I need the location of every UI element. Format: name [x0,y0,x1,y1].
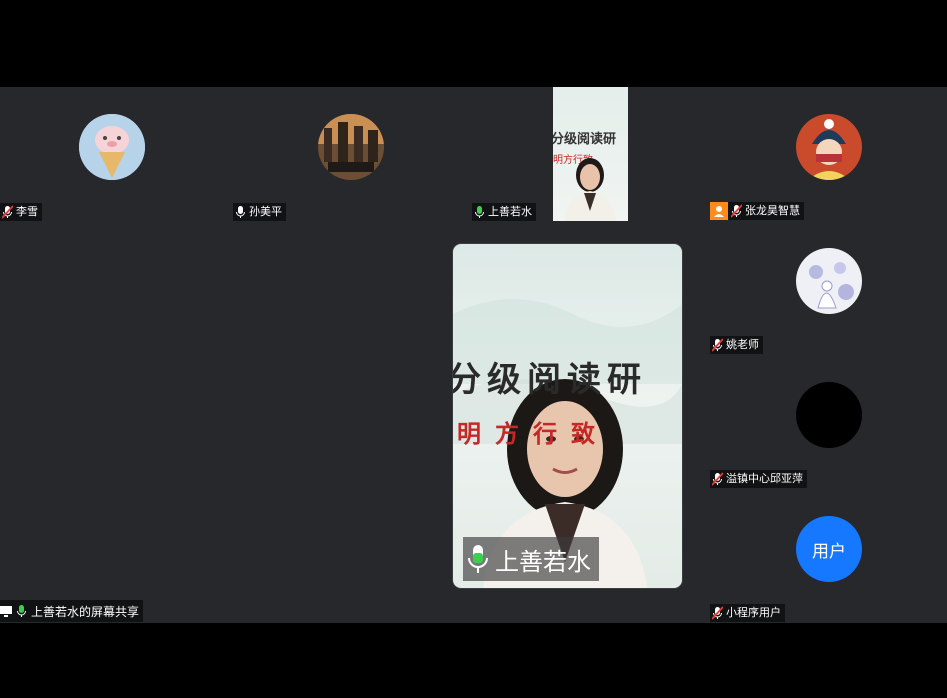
avatar [79,114,145,180]
mic-speaking-icon [475,206,484,218]
speaker-video[interactable]: 分级阅读研 明方行致 上善若水 [453,244,682,588]
mic-muted-icon [712,606,723,620]
mic-muted-icon [731,204,742,218]
avatar [796,382,862,448]
participant-tile-shangshanruoshui[interactable]: 分级阅读研 明方行致 上善若水 [472,87,708,221]
avatar [318,114,384,180]
screen-share-label: 上善若水的屏幕共享 [0,600,144,622]
participant-name: 小程序用户 [726,606,781,619]
avatar-text: 用户 [812,541,846,562]
participant-nametag: 姚老师 [710,336,763,354]
participant-nametag: 孙美平 [233,203,286,221]
screen-share-icon [0,606,12,617]
mic-muted-icon [712,472,723,486]
participant-name: 李雪 [16,205,38,218]
avatar [796,248,862,314]
participant-nametag: 张龙昊智慧 [710,202,804,220]
participant-nametag: 李雪 [0,203,42,221]
participant-name: 溢镇中心邱亚萍 [726,472,803,485]
mic-speaking-icon [468,545,488,573]
banner-line1: 分级阅读研 [453,360,647,400]
participant-name: 孙美平 [249,205,282,218]
speaker-name: 上善若水 [495,547,591,576]
mic-muted-icon [2,205,13,219]
participant-tile-zhanglonghao[interactable]: 张龙昊智慧 [710,87,947,221]
participant-nametag: 溢镇中心邱亚萍 [710,470,807,488]
mic-icon [236,206,245,218]
participant-name: 上善若水 [488,205,532,218]
screen-share-text: 上善若水的屏幕共享 [31,604,140,619]
participant-tile-sunmeiping[interactable]: 孙美平 [233,87,469,221]
mic-speaking-icon [17,605,26,617]
participant-name: 姚老师 [726,338,759,351]
video-thumbnail: 分级阅读研 明方行致 [553,87,628,221]
host-icon [710,202,728,220]
banner-line2: 明方行致 [457,419,609,448]
participant-tile-yaolaoshi[interactable]: 姚老师 [710,221,947,355]
participant-name: 张龙昊智慧 [745,204,800,217]
avatar: 用户 [796,516,862,582]
avatar [796,114,862,180]
participant-tile-lixue[interactable]: 李雪 [0,87,230,221]
speaker-nametag: 上善若水 [463,537,599,581]
participant-tile-qiuyaping[interactable]: 溢镇中心邱亚萍 [710,355,947,489]
participant-nametag: 小程序用户 [710,604,785,622]
svg-text:分级阅读研: 分级阅读研 [553,131,616,147]
participant-nametag: 上善若水 [472,203,536,221]
mic-muted-icon [712,338,723,352]
